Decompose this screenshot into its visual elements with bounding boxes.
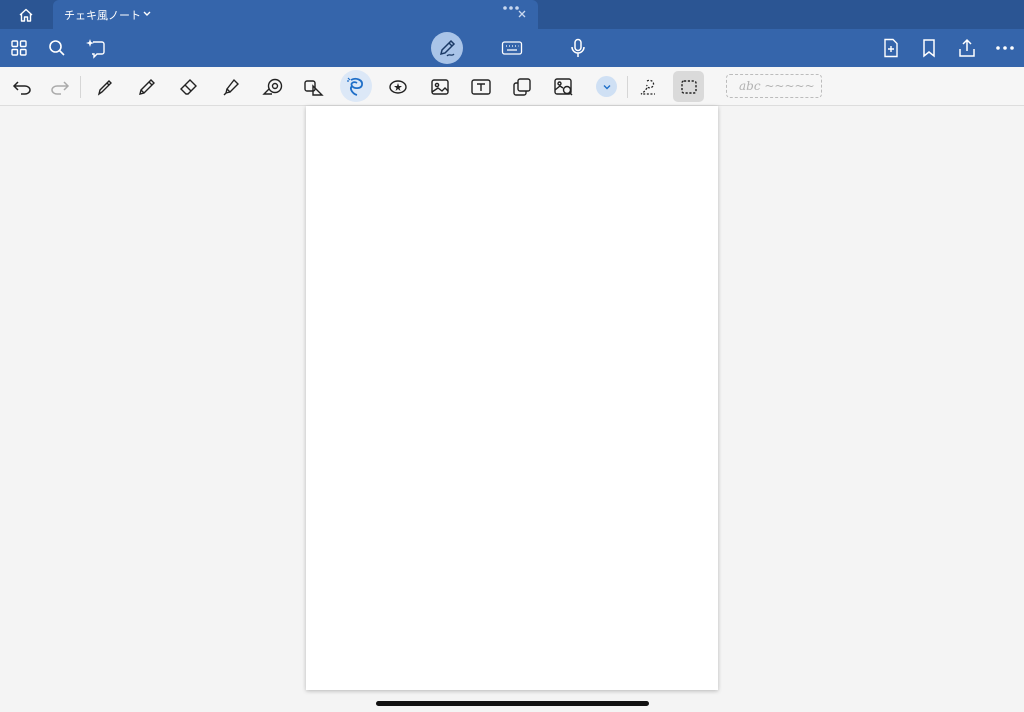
image-tool[interactable] xyxy=(427,74,453,100)
home-button[interactable] xyxy=(14,5,38,25)
rectangle-select-icon xyxy=(680,79,698,95)
undo-button[interactable] xyxy=(9,74,35,100)
tape-icon xyxy=(262,77,284,97)
more-tools-button[interactable] xyxy=(596,76,617,97)
more-icon xyxy=(995,45,1015,51)
sticky-note-icon xyxy=(512,77,532,97)
bookmark-button[interactable] xyxy=(917,36,941,60)
handwriting-convert-input[interactable]: abc ~~~~~ xyxy=(726,74,822,98)
sticker-icon xyxy=(387,77,409,97)
redo-button[interactable] xyxy=(47,74,73,100)
sticker-tool[interactable] xyxy=(385,74,411,100)
drawing-toolbar: abc ~~~~~ xyxy=(0,67,1024,106)
image-capture-tool[interactable] xyxy=(551,74,577,100)
redo-icon xyxy=(50,79,70,95)
pen-icon xyxy=(95,77,115,97)
pen-tool[interactable] xyxy=(92,74,118,100)
tab-bar: チェキ風ノート xyxy=(0,0,1024,29)
chevron-down-icon[interactable] xyxy=(141,7,153,21)
voice-mode-button[interactable] xyxy=(566,36,590,60)
home-indicator xyxy=(376,701,649,706)
shape-tool[interactable] xyxy=(301,74,327,100)
undo-icon xyxy=(12,79,32,95)
grid-icon xyxy=(10,39,28,57)
chevron-down-icon xyxy=(602,83,612,91)
lasso-tool[interactable] xyxy=(343,74,369,100)
more-button[interactable] xyxy=(993,36,1017,60)
lasso-select-icon xyxy=(639,77,659,97)
image-icon xyxy=(430,77,450,97)
ai-assistant-button[interactable] xyxy=(84,36,108,60)
close-icon[interactable] xyxy=(516,8,528,20)
eraser-icon xyxy=(179,77,199,97)
bookmark-icon xyxy=(921,38,937,58)
search-icon xyxy=(48,39,66,57)
home-icon xyxy=(18,7,34,23)
pen-mode-icon xyxy=(437,38,457,58)
lasso-select-tool[interactable] xyxy=(636,74,662,100)
microphone-icon xyxy=(569,38,587,58)
pencil-tool[interactable] xyxy=(134,74,160,100)
share-button[interactable] xyxy=(955,36,979,60)
toolbar-divider xyxy=(627,76,628,98)
tab-title: チェキ風ノート xyxy=(64,9,141,22)
keyboard-icon xyxy=(501,40,523,56)
grid-button[interactable] xyxy=(7,36,31,60)
pen-mode-button[interactable] xyxy=(431,32,463,64)
pencil-icon xyxy=(137,77,157,97)
shape-icon xyxy=(303,77,325,97)
eraser-tool[interactable] xyxy=(176,74,202,100)
main-toolbar xyxy=(0,29,1024,67)
tape-tool[interactable] xyxy=(260,74,286,100)
textbox-tool[interactable] xyxy=(468,74,494,100)
toolbar-divider xyxy=(80,76,81,98)
lasso-icon xyxy=(345,76,367,98)
textbox-icon xyxy=(470,78,492,96)
share-icon xyxy=(957,38,977,58)
note-page[interactable] xyxy=(306,106,718,690)
highlighter-icon xyxy=(221,77,241,97)
search-button[interactable] xyxy=(45,36,69,60)
add-page-icon xyxy=(882,38,900,58)
camera-icon xyxy=(553,77,575,97)
rectangle-select-tool[interactable] xyxy=(673,71,704,102)
highlighter-tool[interactable] xyxy=(218,74,244,100)
add-page-button[interactable] xyxy=(879,36,903,60)
sticky-note-tool[interactable] xyxy=(509,74,535,100)
tab-note[interactable]: チェキ風ノート xyxy=(53,0,538,29)
keyboard-mode-button[interactable] xyxy=(500,36,524,60)
sparkle-icon xyxy=(85,37,107,59)
